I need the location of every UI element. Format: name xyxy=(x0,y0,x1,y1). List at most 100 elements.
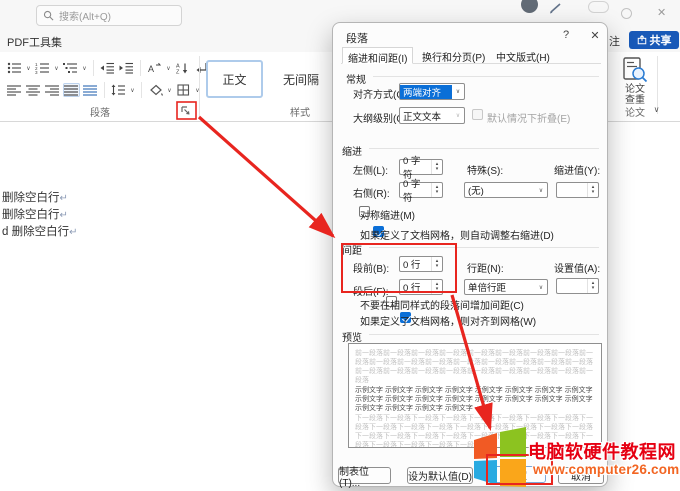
stepper-down-icon[interactable]: ▾ xyxy=(436,287,439,292)
search-input[interactable]: 搜索(Alt+Q) xyxy=(36,5,182,26)
indent-left-stepper[interactable]: 0 字符▴▾ xyxy=(399,159,443,175)
stepper-arrows[interactable]: ▴▾ xyxy=(431,160,442,174)
auto-adjust-right-indent-label: 如果定义了文档网格，则自动调整右缩进(D) xyxy=(360,227,554,242)
special-dropdown[interactable]: (无)∨ xyxy=(464,182,548,198)
style-no-spacing-label: 无间隔 xyxy=(283,71,319,88)
alignment-dropdown[interactable]: 两端对齐∨ xyxy=(399,83,465,100)
search-placeholder: 搜索(Alt+Q) xyxy=(59,8,111,23)
tab-asian-typography[interactable]: 中文版式(H) xyxy=(491,47,555,64)
space-before-stepper[interactable]: 0 行▴▾ xyxy=(399,256,443,272)
indent-by-value xyxy=(557,183,587,197)
stepper-down-icon[interactable]: ▾ xyxy=(436,167,439,172)
style-normal[interactable]: 正文 xyxy=(206,60,263,98)
doc-line[interactable]: 删除空白行↵ xyxy=(2,206,68,222)
doc-line-text: d 删除空白行 xyxy=(2,226,69,238)
window-close-icon[interactable]: ✕ xyxy=(657,6,666,19)
chevron-down-icon[interactable]: ∨ xyxy=(166,87,173,94)
numbered-list-icon[interactable]: 123 xyxy=(34,61,51,75)
paper-check-label[interactable]: 论文 查重 xyxy=(616,84,654,106)
stepper-arrows[interactable]: ▴▾ xyxy=(431,280,442,294)
svg-text:3: 3 xyxy=(35,70,38,74)
sort-icon[interactable]: AZ xyxy=(174,61,191,75)
character-scaling-icon[interactable]: A xyxy=(146,61,163,75)
tab-indents-spacing[interactable]: 缩进和间距(I) xyxy=(342,47,413,64)
dialog-help-button[interactable]: ? xyxy=(558,29,574,41)
bullet-list-icon[interactable] xyxy=(6,61,23,75)
decrease-indent-icon[interactable] xyxy=(99,61,116,75)
collapsed-by-default-checkbox[interactable] xyxy=(472,109,483,120)
tab-line-page-breaks[interactable]: 换行和分页(P) xyxy=(417,47,490,64)
chevron-down-icon[interactable]: ∨ xyxy=(81,65,88,72)
ribbon-display-toggle[interactable] xyxy=(588,1,609,13)
spacing-section-label: 间距 xyxy=(342,242,362,257)
doc-line[interactable]: 删除空白行↵ xyxy=(2,189,68,205)
dialog-title: 段落 xyxy=(346,30,368,46)
style-normal-label: 正文 xyxy=(222,71,246,88)
distribute-icon[interactable] xyxy=(82,83,99,97)
line-spacing-dropdown[interactable]: 单倍行距∨ xyxy=(464,279,548,295)
align-right-icon[interactable] xyxy=(44,83,61,97)
chevron-down-icon: ∨ xyxy=(535,187,547,194)
group-divider xyxy=(199,56,200,118)
increase-indent-icon[interactable] xyxy=(118,61,135,75)
align-left-icon[interactable] xyxy=(6,83,23,97)
indent-section-label: 缩进 xyxy=(342,143,362,158)
stepper-down-icon[interactable]: ▾ xyxy=(592,190,595,195)
divider xyxy=(141,82,142,98)
tabs-button[interactable]: 制表位(T)... xyxy=(338,467,391,484)
stepper-arrows[interactable]: ▴▾ xyxy=(431,257,442,271)
align-center-icon[interactable] xyxy=(25,83,42,97)
stepper-down-icon[interactable]: ▾ xyxy=(436,264,439,269)
window-restore-icon[interactable] xyxy=(621,8,632,19)
paragraph-mark: ↵ xyxy=(60,210,68,221)
space-after-stepper[interactable]: 0 行▴▾ xyxy=(399,279,443,295)
tab-pdf-tools[interactable]: PDF工具集 xyxy=(7,34,62,50)
paper-check-label-line1: 论文 xyxy=(616,84,654,95)
outline-level-value: 正文文本 xyxy=(400,109,452,123)
spacing-at-stepper[interactable]: ▴▾ xyxy=(556,278,599,294)
mirror-indents-label: 对称缩进(M) xyxy=(360,207,415,222)
stepper-arrows[interactable]: ▴▾ xyxy=(587,279,598,293)
alignment-value: 两端对齐 xyxy=(400,85,452,99)
stepper-down-icon[interactable]: ▾ xyxy=(436,190,439,195)
shading-icon[interactable] xyxy=(147,83,164,97)
chevron-down-icon[interactable]: ∨ xyxy=(25,65,32,72)
share-label: 共享 xyxy=(650,32,672,48)
doc-line[interactable]: d 删除空白行↵ xyxy=(2,223,77,239)
divider xyxy=(93,60,94,76)
style-no-spacing[interactable]: 无间隔 xyxy=(272,60,330,98)
multilevel-list-icon[interactable] xyxy=(62,61,79,75)
chevron-down-icon[interactable]: ∨ xyxy=(653,105,660,114)
watermark-title: 电脑软硬件教程网 xyxy=(528,438,676,464)
stepper-arrows[interactable]: ▴▾ xyxy=(431,183,442,197)
special-value: (无) xyxy=(465,183,535,197)
preview-section-label: 预览 xyxy=(342,329,362,344)
chevron-down-icon[interactable]: ∨ xyxy=(165,65,172,72)
stepper-arrows[interactable]: ▴▾ xyxy=(587,183,598,197)
indent-by-stepper[interactable]: ▴▾ xyxy=(556,182,599,198)
watermark-url: www.computer26.com xyxy=(533,462,679,477)
avatar[interactable] xyxy=(521,0,538,13)
borders-icon[interactable] xyxy=(175,83,192,97)
stepper-down-icon[interactable]: ▾ xyxy=(592,286,595,291)
chevron-down-icon[interactable]: ∨ xyxy=(129,87,136,94)
snap-to-grid-label: 如果定义了文档网格，则对齐到网格(W) xyxy=(360,313,536,328)
chevron-down-icon[interactable]: ∨ xyxy=(53,65,60,72)
comment-button-partial[interactable]: 注 xyxy=(609,33,620,49)
set-as-default-button[interactable]: 设为默认值(D) xyxy=(407,467,473,484)
section-divider xyxy=(369,247,599,248)
indent-by-label: 缩进值(Y): xyxy=(554,162,600,177)
spacing-at-label: 设置值(A): xyxy=(554,260,600,275)
outline-level-dropdown[interactable]: 正文文本∨ xyxy=(399,107,465,124)
paragraph-dialog-launcher[interactable] xyxy=(180,105,192,117)
general-section-label: 常规 xyxy=(346,71,366,86)
justify-icon[interactable] xyxy=(63,83,80,97)
share-button[interactable]: 共享 xyxy=(629,31,679,49)
dialog-close-button[interactable]: ✕ xyxy=(587,29,603,42)
paper-check-icon[interactable] xyxy=(622,57,648,83)
indent-left-value: 0 字符 xyxy=(400,160,431,174)
indent-right-stepper[interactable]: 0 字符▴▾ xyxy=(399,182,443,198)
pen-icon[interactable] xyxy=(549,2,563,14)
collapsed-by-default-label: 默认情况下折叠(E) xyxy=(487,110,570,125)
line-spacing-icon[interactable] xyxy=(110,83,127,97)
